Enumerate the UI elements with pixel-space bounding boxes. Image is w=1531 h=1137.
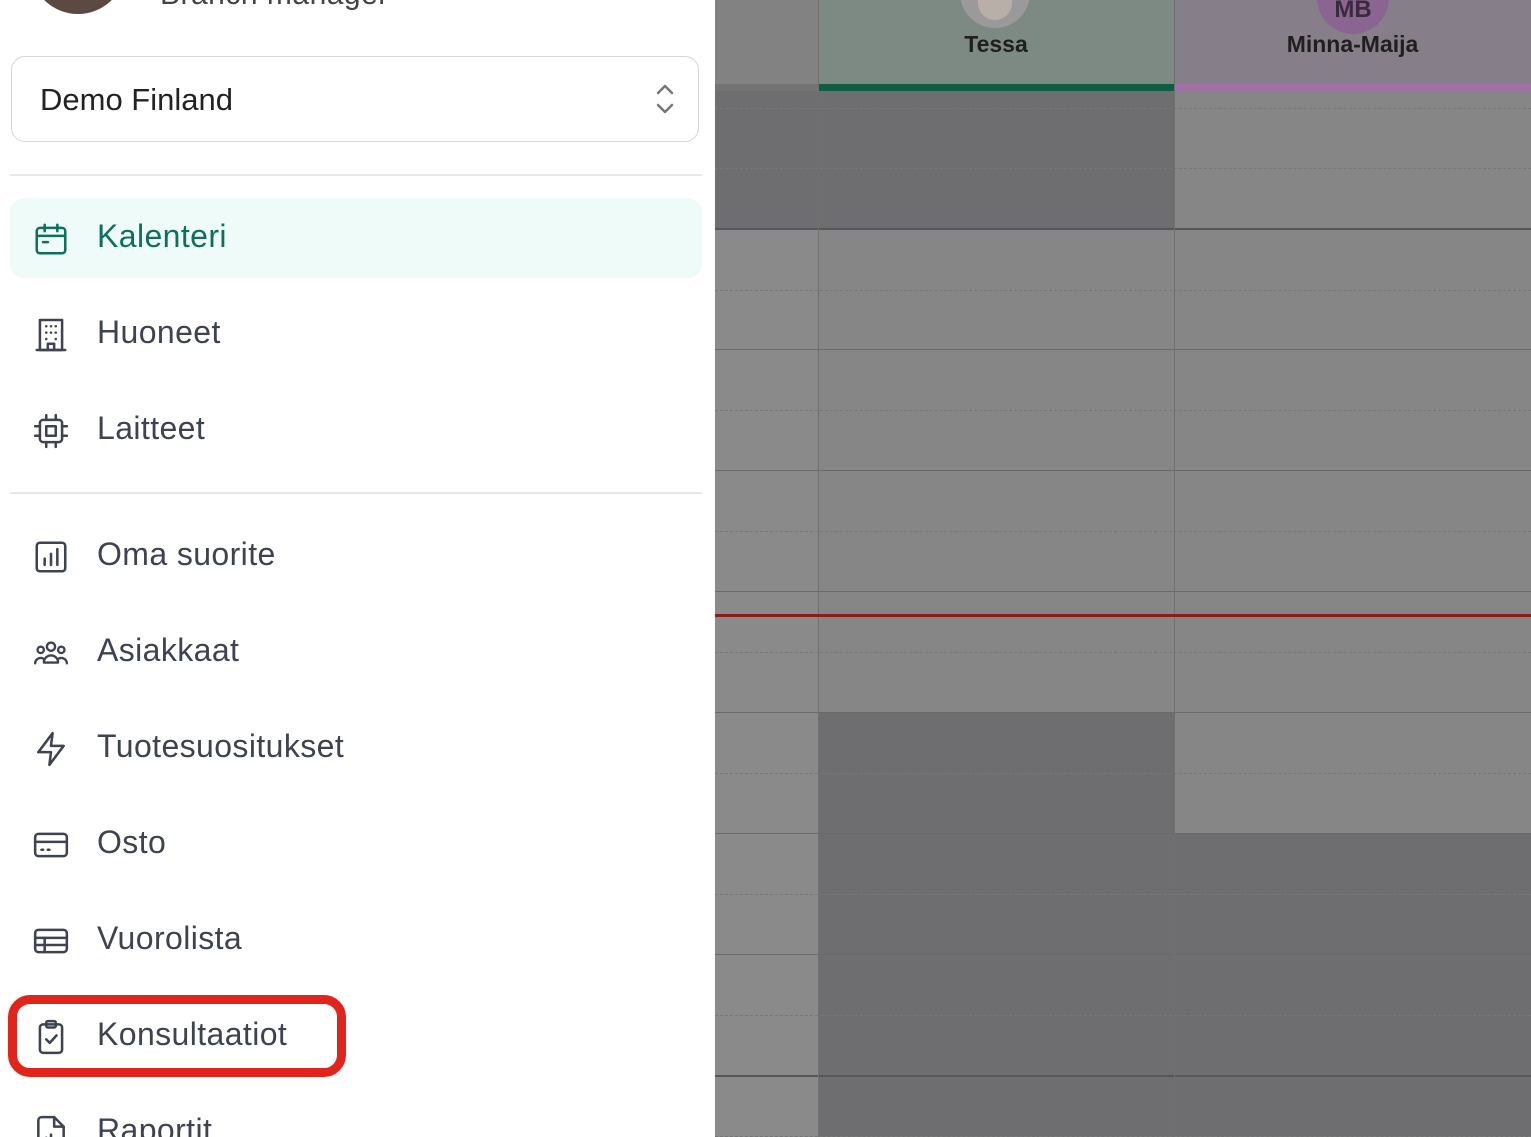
minna-maija-initials: MB bbox=[1334, 0, 1372, 23]
calendar-view: MB Tessa Minna-Maija bbox=[715, 0, 1531, 1137]
user-avatar[interactable] bbox=[30, 0, 126, 14]
branch-select-value: Demo Finland bbox=[40, 82, 233, 117]
nav-item-huoneet[interactable]: Huoneet bbox=[10, 294, 702, 374]
header-corner bbox=[715, 0, 818, 84]
nav-item-tuotesuositukset[interactable]: Tuotesuositukset bbox=[10, 708, 702, 788]
nav-label: Oma suorite bbox=[97, 536, 276, 572]
calendar-icon bbox=[35, 223, 67, 255]
staff-name-minna-maija: Minna-Maija bbox=[1286, 31, 1419, 57]
nav-label: Vuorolista bbox=[97, 920, 243, 956]
branch-select[interactable]: Demo Finland bbox=[11, 56, 699, 142]
nav-item-osto[interactable]: Osto bbox=[10, 804, 702, 884]
minna-maija-accent-bar bbox=[1174, 84, 1531, 91]
chip-icon bbox=[33, 413, 69, 449]
building-icon bbox=[35, 318, 67, 352]
unavailable-block bbox=[818, 712, 1174, 1137]
nav-label: Asiakkaat bbox=[97, 632, 240, 668]
nav-item-laitteet[interactable]: Laitteet bbox=[10, 390, 702, 470]
bar-chart-icon bbox=[35, 541, 67, 573]
highlight-annotation bbox=[8, 995, 346, 1077]
nav-item-raportit[interactable]: Raportit bbox=[10, 1092, 702, 1137]
nav-item-asiakkaat[interactable]: Asiakkaat bbox=[10, 612, 702, 692]
nav-label: Tuotesuositukset bbox=[97, 728, 345, 764]
lightning-icon bbox=[37, 731, 65, 767]
unavailable-block bbox=[715, 91, 1174, 229]
credit-card-icon bbox=[33, 832, 69, 858]
navigation-drawer: Branch manager Demo Finland Kalenteri Hu… bbox=[0, 0, 715, 1137]
current-time-line bbox=[715, 614, 1531, 617]
unavailable-block bbox=[1174, 833, 1531, 1137]
report-icon bbox=[37, 1115, 65, 1137]
nav-item-oma-suorite[interactable]: Oma suorite bbox=[10, 516, 702, 596]
nav-label: Laitteet bbox=[97, 410, 206, 446]
staff-name-tessa: Tessa bbox=[964, 31, 1028, 57]
user-role: Branch manager bbox=[160, 0, 389, 12]
divider bbox=[10, 174, 702, 176]
time-accent-bar bbox=[715, 84, 818, 91]
chevron-up-down-icon bbox=[656, 84, 674, 114]
nav-label: Huoneet bbox=[97, 314, 221, 350]
nav-label: Osto bbox=[97, 824, 167, 860]
users-icon bbox=[33, 641, 69, 665]
nav-label: Raportit bbox=[97, 1112, 213, 1137]
divider bbox=[10, 492, 702, 494]
nav-label: Kalenteri bbox=[97, 218, 227, 254]
nav-item-kalenteri[interactable]: Kalenteri bbox=[10, 198, 702, 278]
table-icon bbox=[33, 928, 69, 954]
nav-item-vuorolista[interactable]: Vuorolista bbox=[10, 900, 702, 980]
tessa-accent-bar bbox=[818, 84, 1174, 91]
